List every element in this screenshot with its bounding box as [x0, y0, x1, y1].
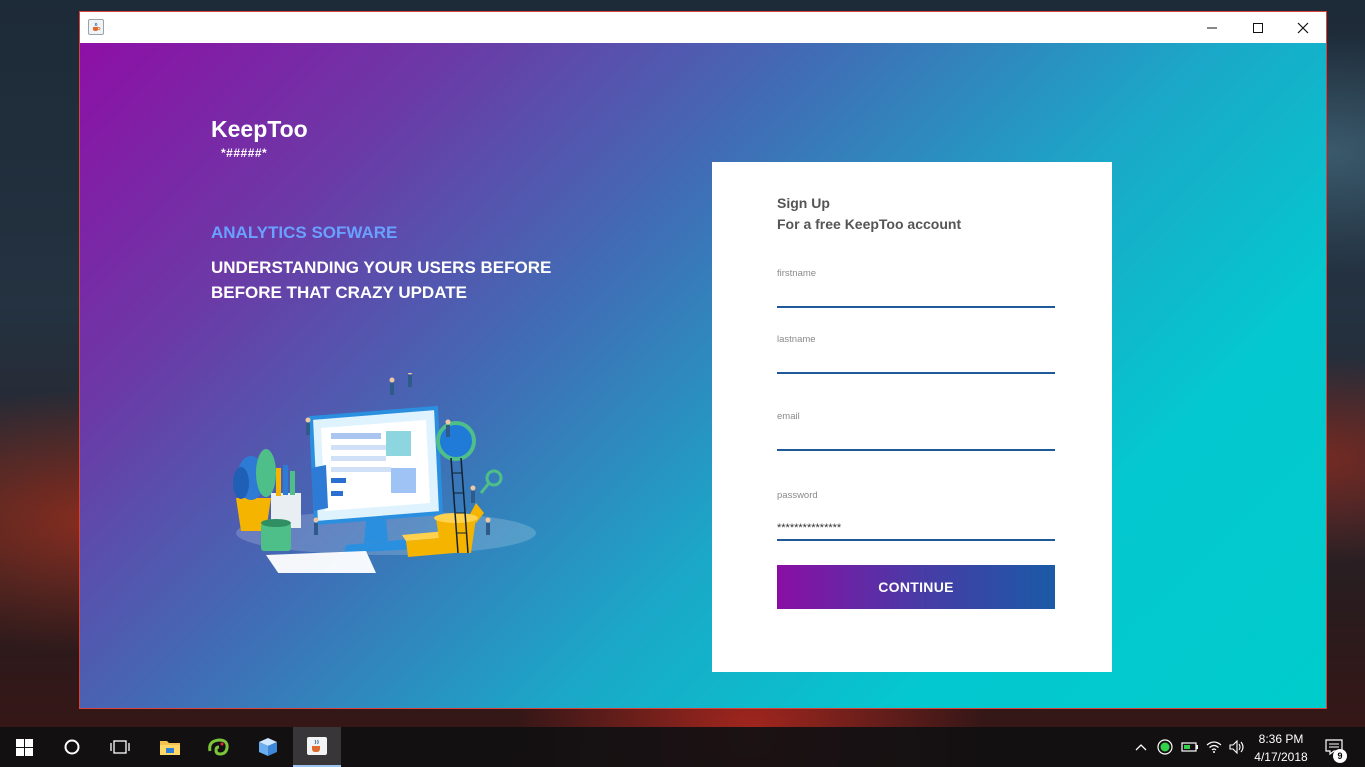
email-label: email [777, 411, 800, 422]
minimize-icon [1207, 27, 1217, 28]
close-button[interactable] [1280, 12, 1326, 43]
notification-count-badge: 9 [1333, 749, 1347, 763]
task-view-icon [110, 740, 130, 754]
brand-subtitle: *#####* [221, 146, 268, 160]
maximize-icon [1253, 22, 1263, 33]
password-label: password [777, 490, 818, 501]
cube-app-icon [259, 738, 277, 756]
taskbar: 8:36 PM 4/17/2018 9 [0, 727, 1365, 767]
email-field[interactable] [777, 427, 1055, 451]
minimize-button[interactable] [1189, 12, 1235, 43]
continue-button[interactable]: CONTINUE [777, 565, 1055, 609]
lastname-label: lastname [777, 334, 816, 345]
analytics-illustration [233, 373, 536, 573]
windows-start-icon [15, 738, 33, 756]
start-button[interactable] [0, 727, 48, 767]
firstname-label: firstname [777, 268, 817, 279]
network-button[interactable] [1204, 727, 1224, 767]
volume-button[interactable] [1227, 727, 1247, 767]
firstname-field[interactable] [777, 284, 1055, 308]
file-explorer-button[interactable] [146, 727, 194, 767]
chevron-up-icon [1135, 744, 1147, 751]
battery-button[interactable] [1179, 727, 1201, 767]
java-cup-icon [88, 19, 104, 35]
task-view-button[interactable] [96, 727, 144, 767]
signup-title: Sign Up [777, 195, 830, 211]
tagline-secondary: UNDERSTANDING YOUR USERS BEFORE BEFORE T… [211, 258, 552, 302]
signup-subtitle: For a free KeepToo account [777, 216, 962, 232]
java-app-icon [307, 737, 327, 755]
title-bar[interactable] [80, 12, 1326, 43]
signup-card: Sign Up For a free KeepToo account first… [712, 162, 1112, 672]
app-content: KeepToo *#####* ANALYTICS SOFWARE UNDERS… [80, 43, 1326, 708]
wifi-icon [1206, 741, 1222, 753]
cortana-icon [64, 739, 80, 755]
tagline-primary: ANALYTICS SOFWARE [211, 223, 398, 242]
app-window: KeepToo *#####* ANALYTICS SOFWARE UNDERS… [79, 11, 1327, 709]
lastname-field[interactable] [777, 350, 1055, 374]
password-field[interactable] [777, 517, 1055, 541]
battery-icon [1181, 742, 1198, 752]
brand-name: KeepToo [211, 116, 308, 142]
speaker-icon [1229, 740, 1244, 754]
clock-time[interactable]: 8:36 PM [1247, 732, 1315, 746]
cortana-button[interactable] [48, 727, 96, 767]
close-icon [1297, 22, 1309, 33]
chameleon-app-icon [208, 738, 229, 756]
clock-date[interactable]: 4/17/2018 [1247, 750, 1315, 764]
show-hidden-icons-button[interactable] [1132, 727, 1150, 767]
tray-status-button[interactable] [1155, 727, 1175, 767]
maximize-button[interactable] [1235, 12, 1281, 43]
cube-app-button[interactable] [244, 727, 292, 767]
status-dot-icon [1157, 739, 1173, 755]
java-app-button[interactable] [293, 727, 341, 767]
chameleon-app-button[interactable] [194, 727, 242, 767]
file-explorer-icon [160, 741, 180, 755]
